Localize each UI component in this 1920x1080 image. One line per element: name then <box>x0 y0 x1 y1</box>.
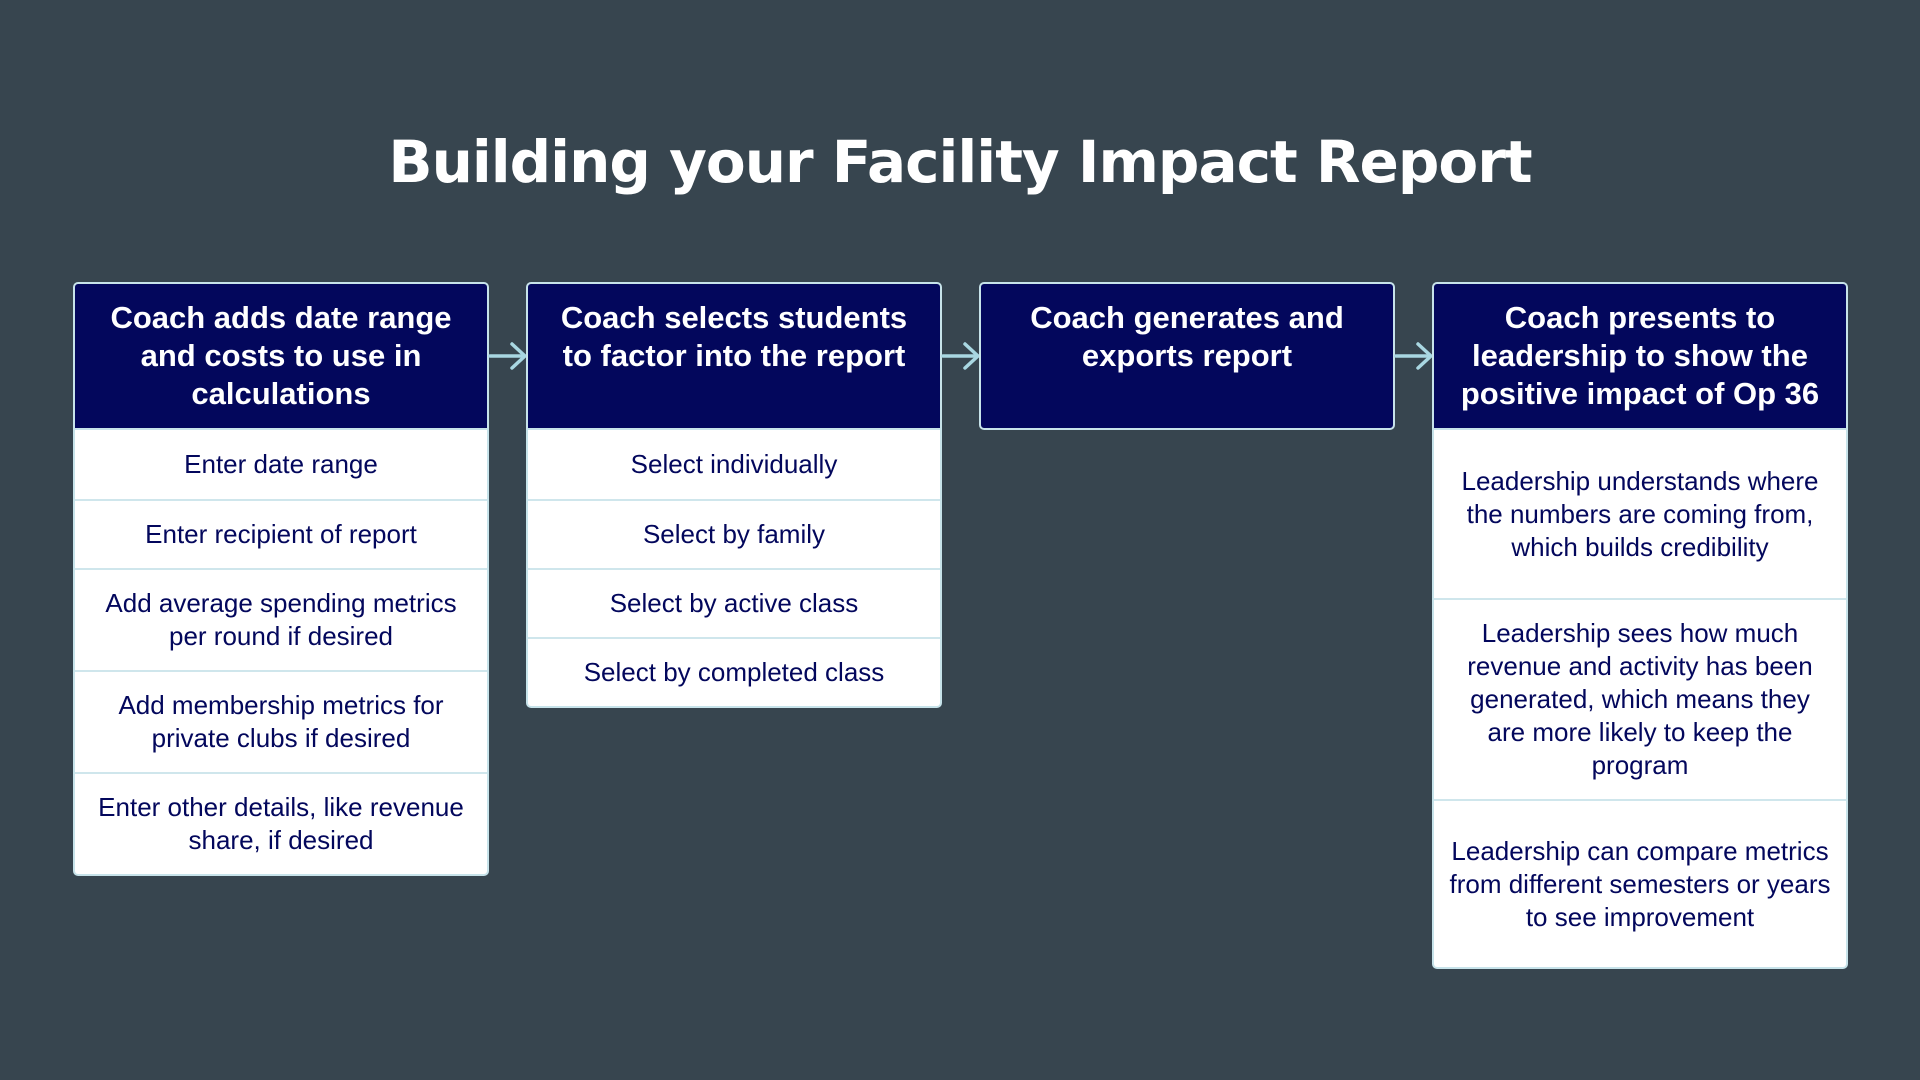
step-column-1: Coach adds date range and costs to use i… <box>73 282 489 876</box>
step-item: Leadership understands where the numbers… <box>1461 465 1819 562</box>
step-item: Leadership can compare metrics from diff… <box>1434 799 1846 967</box>
step-item: Add average spending metrics per round i… <box>75 568 487 670</box>
step-header-4: Coach presents to leadership to show the… <box>1432 282 1848 430</box>
step-item: Select by active class <box>528 568 940 637</box>
step-item: Leadership sees how much revenue and act… <box>1434 598 1846 799</box>
page-title: Building your Facility Impact Report <box>388 128 1532 196</box>
step-items-4: Leadership understands where the numbers… <box>1432 430 1848 969</box>
step-column-3: Coach generates and exports report <box>979 282 1395 430</box>
step-item: Select individually <box>630 449 838 479</box>
step-item: Add membership metrics for private clubs… <box>75 670 487 772</box>
step-item: Enter recipient of report <box>75 499 487 568</box>
arrow-right-icon <box>941 342 980 370</box>
step-item: Enter other details, like revenue share,… <box>75 772 487 874</box>
arrow-right-icon <box>1394 342 1433 370</box>
step-item: Select by family <box>528 499 940 568</box>
step-column-4: Coach presents to leadership to show the… <box>1432 282 1848 969</box>
arrow-right-icon <box>488 342 527 370</box>
step-item: Enter date range <box>184 449 378 479</box>
step-header-2: Coach selects students to factor into th… <box>526 282 942 430</box>
step-items-2: Select individually Select by family Sel… <box>526 430 942 708</box>
step-header-3: Coach generates and exports report <box>979 282 1395 430</box>
step-column-2: Coach selects students to factor into th… <box>526 282 942 708</box>
step-item: Select by completed class <box>528 637 940 706</box>
step-header-1: Coach adds date range and costs to use i… <box>73 282 489 430</box>
step-items-1: Enter date range Enter recipient of repo… <box>73 430 489 876</box>
